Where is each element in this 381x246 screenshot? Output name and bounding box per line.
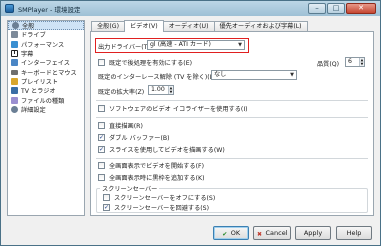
cancel-x-icon: ✖ bbox=[256, 231, 262, 238]
check-icon: ✓ bbox=[103, 204, 110, 211]
screensaver-off-checkbox[interactable]: スクリーンセーバーをオフにする(S) bbox=[103, 193, 215, 202]
direct-render-label: 直接描画(R) bbox=[109, 123, 143, 130]
output-driver-label: 出力ドライバー(T) bbox=[98, 44, 150, 51]
ok-label: OK bbox=[230, 229, 241, 237]
output-driver-select[interactable]: gl (高速 - ATI カード) ▼ bbox=[147, 40, 245, 50]
sidebar-item-label: 詳細設定 bbox=[21, 106, 46, 114]
smplayer-app-icon bbox=[5, 4, 14, 13]
keyboard-icon bbox=[11, 69, 18, 75]
checkbox-box bbox=[98, 162, 105, 169]
sidebar-item-label: ドライブ bbox=[21, 32, 46, 40]
ok-button[interactable]: ✔ OK bbox=[213, 226, 249, 240]
deinterlace-select[interactable]: なし ▼ bbox=[211, 70, 297, 80]
maximize-icon[interactable]: □ bbox=[327, 3, 345, 14]
sidebar-item-label: キーボードとマウス bbox=[21, 69, 77, 77]
sidebar-item-interface[interactable]: インターフェイス bbox=[8, 58, 84, 67]
zoom-value: 1.00 bbox=[151, 86, 165, 93]
deinterlace-value: なし bbox=[214, 71, 227, 78]
checkbox-box bbox=[98, 59, 105, 66]
quality-label: 品質(Q) bbox=[317, 61, 340, 68]
software-eq-checkbox[interactable]: ソフトウェアのビデオ イコライザーを使用する(I) bbox=[98, 104, 248, 113]
spin-arrows-icon: ▲ ▼ bbox=[168, 86, 173, 94]
drive-icon bbox=[11, 31, 18, 39]
direct-render-checkbox[interactable]: 直接描画(R) bbox=[98, 121, 143, 130]
checkbox-box bbox=[98, 122, 105, 129]
help-label: Help bbox=[346, 229, 362, 237]
double-buffer-label: ダブル バッファー(B) bbox=[109, 135, 170, 142]
sidebar-item-label: プレイリスト bbox=[21, 78, 59, 86]
sidebar-item-drives[interactable]: ドライブ bbox=[8, 30, 84, 39]
sidebar: 全般 ドライブ パフォーマンス T 字幕 インターフェイス キーボードとマウス … bbox=[7, 20, 85, 216]
sidebar-item-subtitles[interactable]: T 字幕 bbox=[8, 49, 84, 58]
fullscreen-start-label: 全画面表示でビデオを開始する(F) bbox=[109, 163, 205, 170]
title-bar: SMPlayer - 環境設定 – □ ✕ bbox=[1, 1, 380, 16]
interface-icon bbox=[11, 59, 18, 67]
file-types-icon bbox=[11, 96, 18, 104]
sidebar-item-performance[interactable]: パフォーマンス bbox=[8, 40, 84, 49]
divider bbox=[96, 100, 368, 101]
spin-arrows-icon: ▲ ▼ bbox=[359, 58, 364, 66]
screensaver-group-title: スクリーンセーバー bbox=[100, 184, 160, 193]
screensaver-off-label: スクリーンセーバーをオフにする(S) bbox=[114, 195, 216, 202]
fullscreen-black-borders-checkbox[interactable]: 全画面表示時に黒枠を追加する(K) bbox=[98, 173, 205, 182]
sidebar-item-keyboard-mouse[interactable]: キーボードとマウス bbox=[8, 67, 84, 77]
window-controls: – □ ✕ bbox=[308, 3, 376, 14]
postprocess-checkbox[interactable]: 既定で後処理を有効にする(E) bbox=[98, 58, 192, 67]
tv-icon bbox=[11, 87, 18, 95]
quality-spinbox[interactable]: 6 ▲ ▼ bbox=[345, 57, 365, 67]
sidebar-item-advanced[interactable]: 詳細設定 bbox=[8, 105, 84, 114]
deinterlace-label: 既定のインターレース解除 (TV を除く)(D) bbox=[98, 74, 217, 81]
fullscreen-start-checkbox[interactable]: 全画面表示でビデオを開始する(F) bbox=[98, 161, 204, 170]
sidebar-item-playlist[interactable]: プレイリスト bbox=[8, 77, 84, 86]
sidebar-item-file-types[interactable]: ファイルの種類 bbox=[8, 95, 84, 105]
performance-icon bbox=[11, 40, 18, 48]
window-title: SMPlayer - 環境設定 bbox=[18, 5, 81, 14]
sidebar-item-label: インターフェイス bbox=[21, 60, 70, 68]
fullscreen-black-borders-label: 全画面表示時に黒枠を追加する(K) bbox=[109, 175, 205, 182]
sidebar-item-label: 字幕 bbox=[21, 51, 34, 59]
help-button[interactable]: Help bbox=[336, 226, 372, 240]
postprocess-label: 既定で後処理を有効にする(E) bbox=[109, 60, 193, 67]
output-driver-value: gl (高速 - ATI カード) bbox=[150, 41, 211, 48]
screensaver-avoid-label: スクリーンセーバーを回避する(S) bbox=[114, 205, 210, 212]
tab-video[interactable]: ビデオ(V) bbox=[124, 20, 164, 32]
minimize-icon[interactable]: – bbox=[308, 3, 326, 14]
subtitles-icon: T bbox=[11, 50, 18, 58]
zoom-spinbox[interactable]: 1.00 ▲ ▼ bbox=[148, 85, 174, 95]
sidebar-item-label: パフォーマンス bbox=[21, 41, 65, 49]
check-icon: ✓ bbox=[98, 134, 105, 141]
chevron-down-icon: ▼ bbox=[290, 72, 294, 78]
divider bbox=[96, 117, 368, 118]
checkbox-box bbox=[98, 105, 105, 112]
chevron-down-icon: ▼ bbox=[238, 42, 242, 48]
slices-checkbox[interactable]: ✓ スライスを使用してビデオを描画する(W) bbox=[98, 145, 225, 154]
preferences-window: SMPlayer - 環境設定 – □ ✕ 全般 ドライブ パフォーマンス T … bbox=[0, 0, 381, 246]
zoom-label: 既定の拡大率(Z) bbox=[98, 89, 145, 96]
sidebar-item-label: TV とラジオ bbox=[21, 88, 56, 96]
video-settings-panel: 出力ドライバー(T) gl (高速 - ATI カード) ▼ 既定で後処理を有効… bbox=[90, 31, 374, 216]
cancel-button[interactable]: ✖ Cancel bbox=[253, 226, 291, 240]
slices-label: スライスを使用してビデオを描画する(W) bbox=[109, 147, 225, 154]
cancel-label: Cancel bbox=[265, 229, 288, 237]
checkbox-box bbox=[98, 174, 105, 181]
apply-label: Apply bbox=[303, 229, 323, 237]
checkbox-box bbox=[103, 194, 110, 201]
sidebar-item-label: 全般 bbox=[22, 23, 35, 31]
sidebar-item-tv-radio[interactable]: TV とラジオ bbox=[8, 86, 84, 95]
ok-check-icon: ✔ bbox=[222, 231, 228, 238]
quality-value: 6 bbox=[348, 58, 352, 65]
gear-icon bbox=[12, 22, 19, 30]
advanced-icon bbox=[11, 105, 18, 113]
playlist-icon bbox=[11, 77, 18, 85]
divider bbox=[96, 158, 368, 159]
apply-button[interactable]: Apply bbox=[295, 226, 331, 240]
check-icon: ✓ bbox=[98, 146, 105, 153]
close-icon[interactable]: ✕ bbox=[346, 3, 376, 14]
software-eq-label: ソフトウェアのビデオ イコライザーを使用する(I) bbox=[109, 106, 248, 113]
sidebar-item-general[interactable]: 全般 bbox=[8, 21, 84, 31]
screensaver-avoid-checkbox[interactable]: ✓ スクリーンセーバーを回避する(S) bbox=[103, 203, 209, 212]
double-buffer-checkbox[interactable]: ✓ ダブル バッファー(B) bbox=[98, 133, 170, 142]
sidebar-item-label: ファイルの種類 bbox=[21, 97, 65, 105]
